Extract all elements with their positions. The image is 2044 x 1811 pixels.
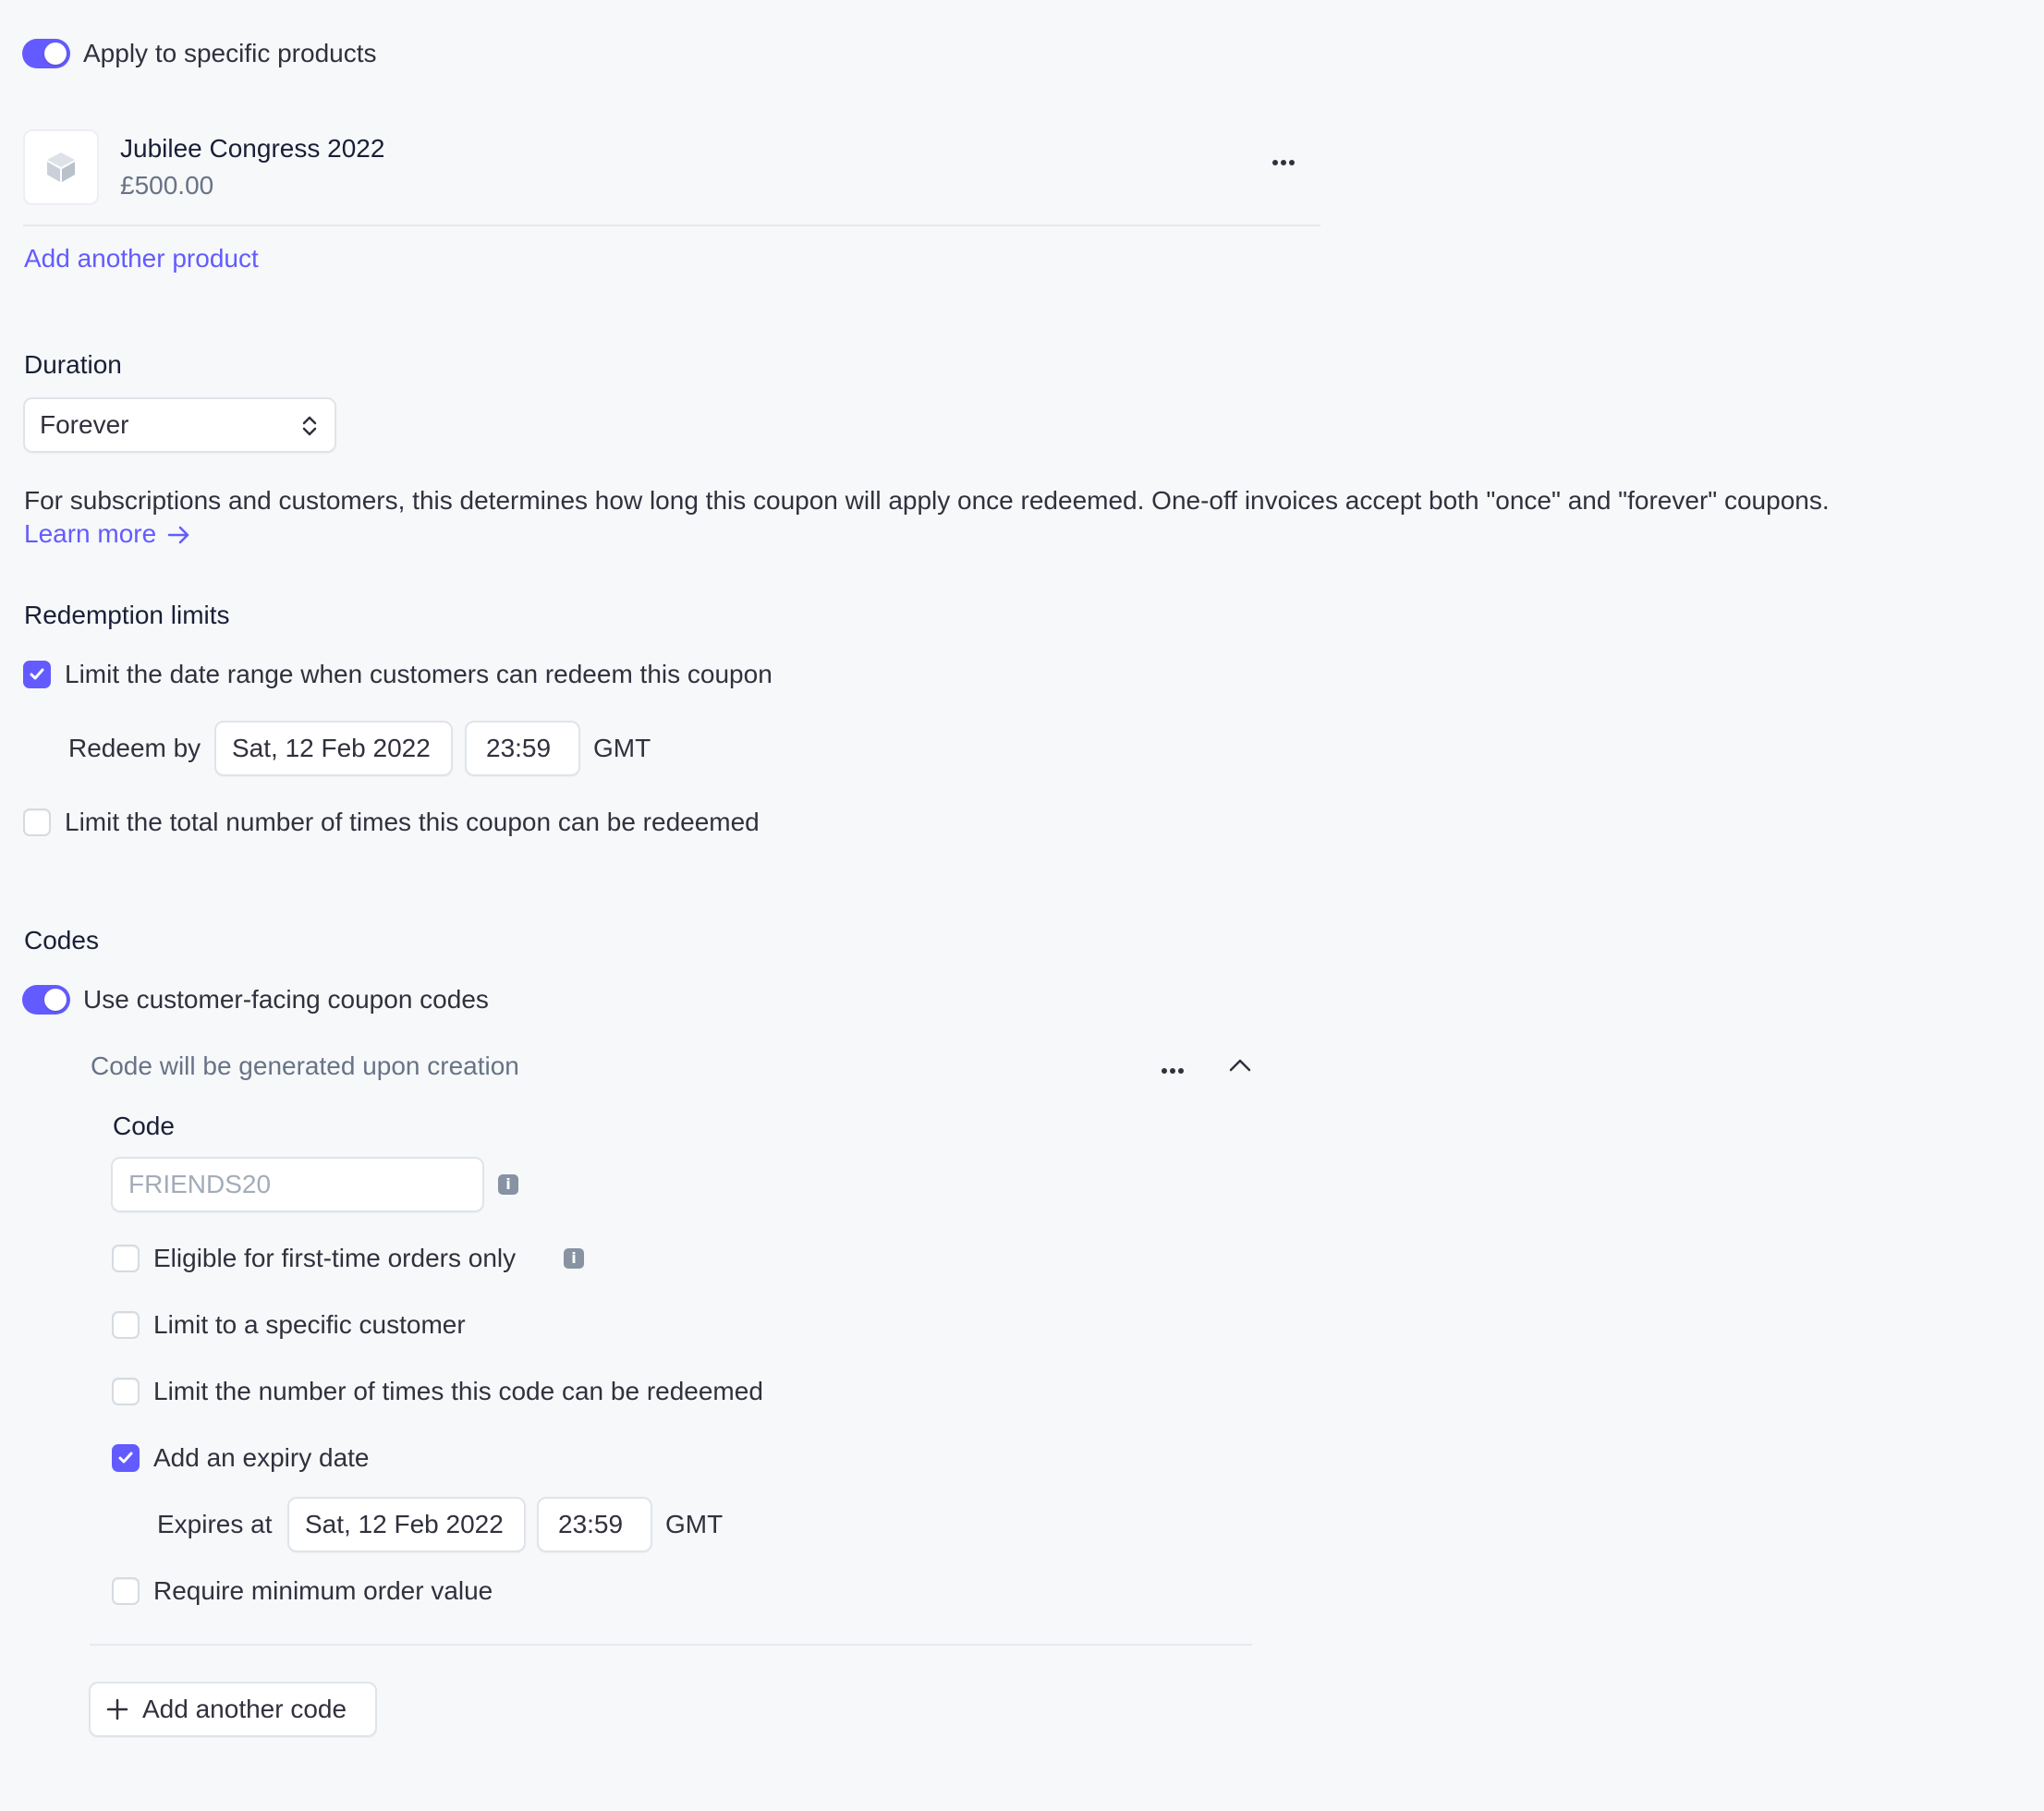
product-price: £500.00 (120, 171, 214, 200)
codes-divider (90, 1644, 1252, 1646)
code-more-icon[interactable] (1162, 1062, 1189, 1074)
first-time-checkbox[interactable] (112, 1245, 140, 1272)
code-block-title: Code will be generated upon creation (91, 1051, 519, 1080)
redeem-by-timezone: GMT (593, 734, 651, 762)
duration-selected-value: Forever (40, 410, 129, 439)
product-more-icon[interactable] (1272, 153, 1300, 165)
expires-at-label: Expires at (157, 1510, 273, 1538)
redeem-by-date-input[interactable]: Sat, 12 Feb 2022 (214, 721, 453, 776)
learn-more-link[interactable]: Learn more (24, 517, 191, 551)
arrow-right-icon (167, 526, 189, 544)
redeem-by-time-input[interactable]: 23:59 (465, 721, 580, 776)
add-another-code-button[interactable]: Add another code (89, 1682, 377, 1737)
expiry-checkbox[interactable] (112, 1444, 140, 1472)
product-divider (23, 225, 1320, 226)
add-another-code-label: Add another code (142, 1695, 347, 1723)
redeem-by-label: Redeem by (68, 734, 201, 762)
duration-heading: Duration (24, 350, 122, 379)
checkmark-icon (118, 1452, 133, 1464)
add-another-product-link[interactable]: Add another product (24, 242, 259, 275)
expires-timezone: GMT (665, 1510, 724, 1538)
limit-times-label: Limit the number of times this code can … (153, 1377, 763, 1405)
checkmark-icon (30, 668, 44, 680)
code-input-placeholder: FRIENDS20 (128, 1170, 272, 1198)
min-order-label: Require minimum order value (153, 1576, 493, 1605)
code-info-icon[interactable]: i (498, 1174, 518, 1195)
plus-icon (106, 1698, 128, 1720)
first-time-label: Eligible for first-time orders only (153, 1244, 517, 1272)
total-times-label: Limit the total number of times this cou… (65, 808, 760, 836)
use-codes-label: Use customer-facing coupon codes (83, 985, 489, 1014)
expires-time-input[interactable]: 23:59 (537, 1497, 652, 1552)
use-codes-toggle[interactable] (22, 985, 70, 1015)
expires-time-value: 23:59 (558, 1510, 624, 1538)
learn-more-label: Learn more (24, 519, 157, 548)
expires-date-input[interactable]: Sat, 12 Feb 2022 (287, 1497, 526, 1552)
expiry-label: Add an expiry date (153, 1443, 370, 1472)
date-range-checkbox[interactable] (23, 661, 51, 688)
chevron-up-icon[interactable] (1227, 1056, 1253, 1075)
product-name: Jubilee Congress 2022 (120, 134, 385, 163)
specific-customer-label: Limit to a specific customer (153, 1310, 466, 1339)
duration-select[interactable]: Forever (23, 397, 336, 453)
redeem-by-time-value: 23:59 (486, 734, 552, 762)
expires-date-value: Sat, 12 Feb 2022 (305, 1510, 504, 1538)
specific-customer-checkbox[interactable] (112, 1311, 140, 1339)
total-times-checkbox[interactable] (23, 808, 51, 836)
code-field-label: Code (113, 1112, 175, 1140)
redeem-by-date-value: Sat, 12 Feb 2022 (232, 734, 431, 762)
select-chevrons-icon (302, 416, 317, 436)
apply-products-label: Apply to specific products (83, 39, 377, 67)
product-box-icon (47, 152, 75, 182)
first-time-info-icon[interactable]: i (564, 1248, 584, 1269)
apply-products-toggle[interactable] (22, 39, 70, 68)
code-input[interactable]: FRIENDS20 (111, 1157, 484, 1212)
duration-description: For subscriptions and customers, this de… (24, 486, 1830, 515)
codes-heading: Codes (24, 926, 99, 954)
min-order-checkbox[interactable] (112, 1577, 140, 1605)
product-thumbnail (23, 129, 99, 205)
limit-times-checkbox[interactable] (112, 1378, 140, 1405)
date-range-label: Limit the date range when customers can … (65, 660, 773, 688)
redemption-limits-heading: Redemption limits (24, 601, 230, 629)
